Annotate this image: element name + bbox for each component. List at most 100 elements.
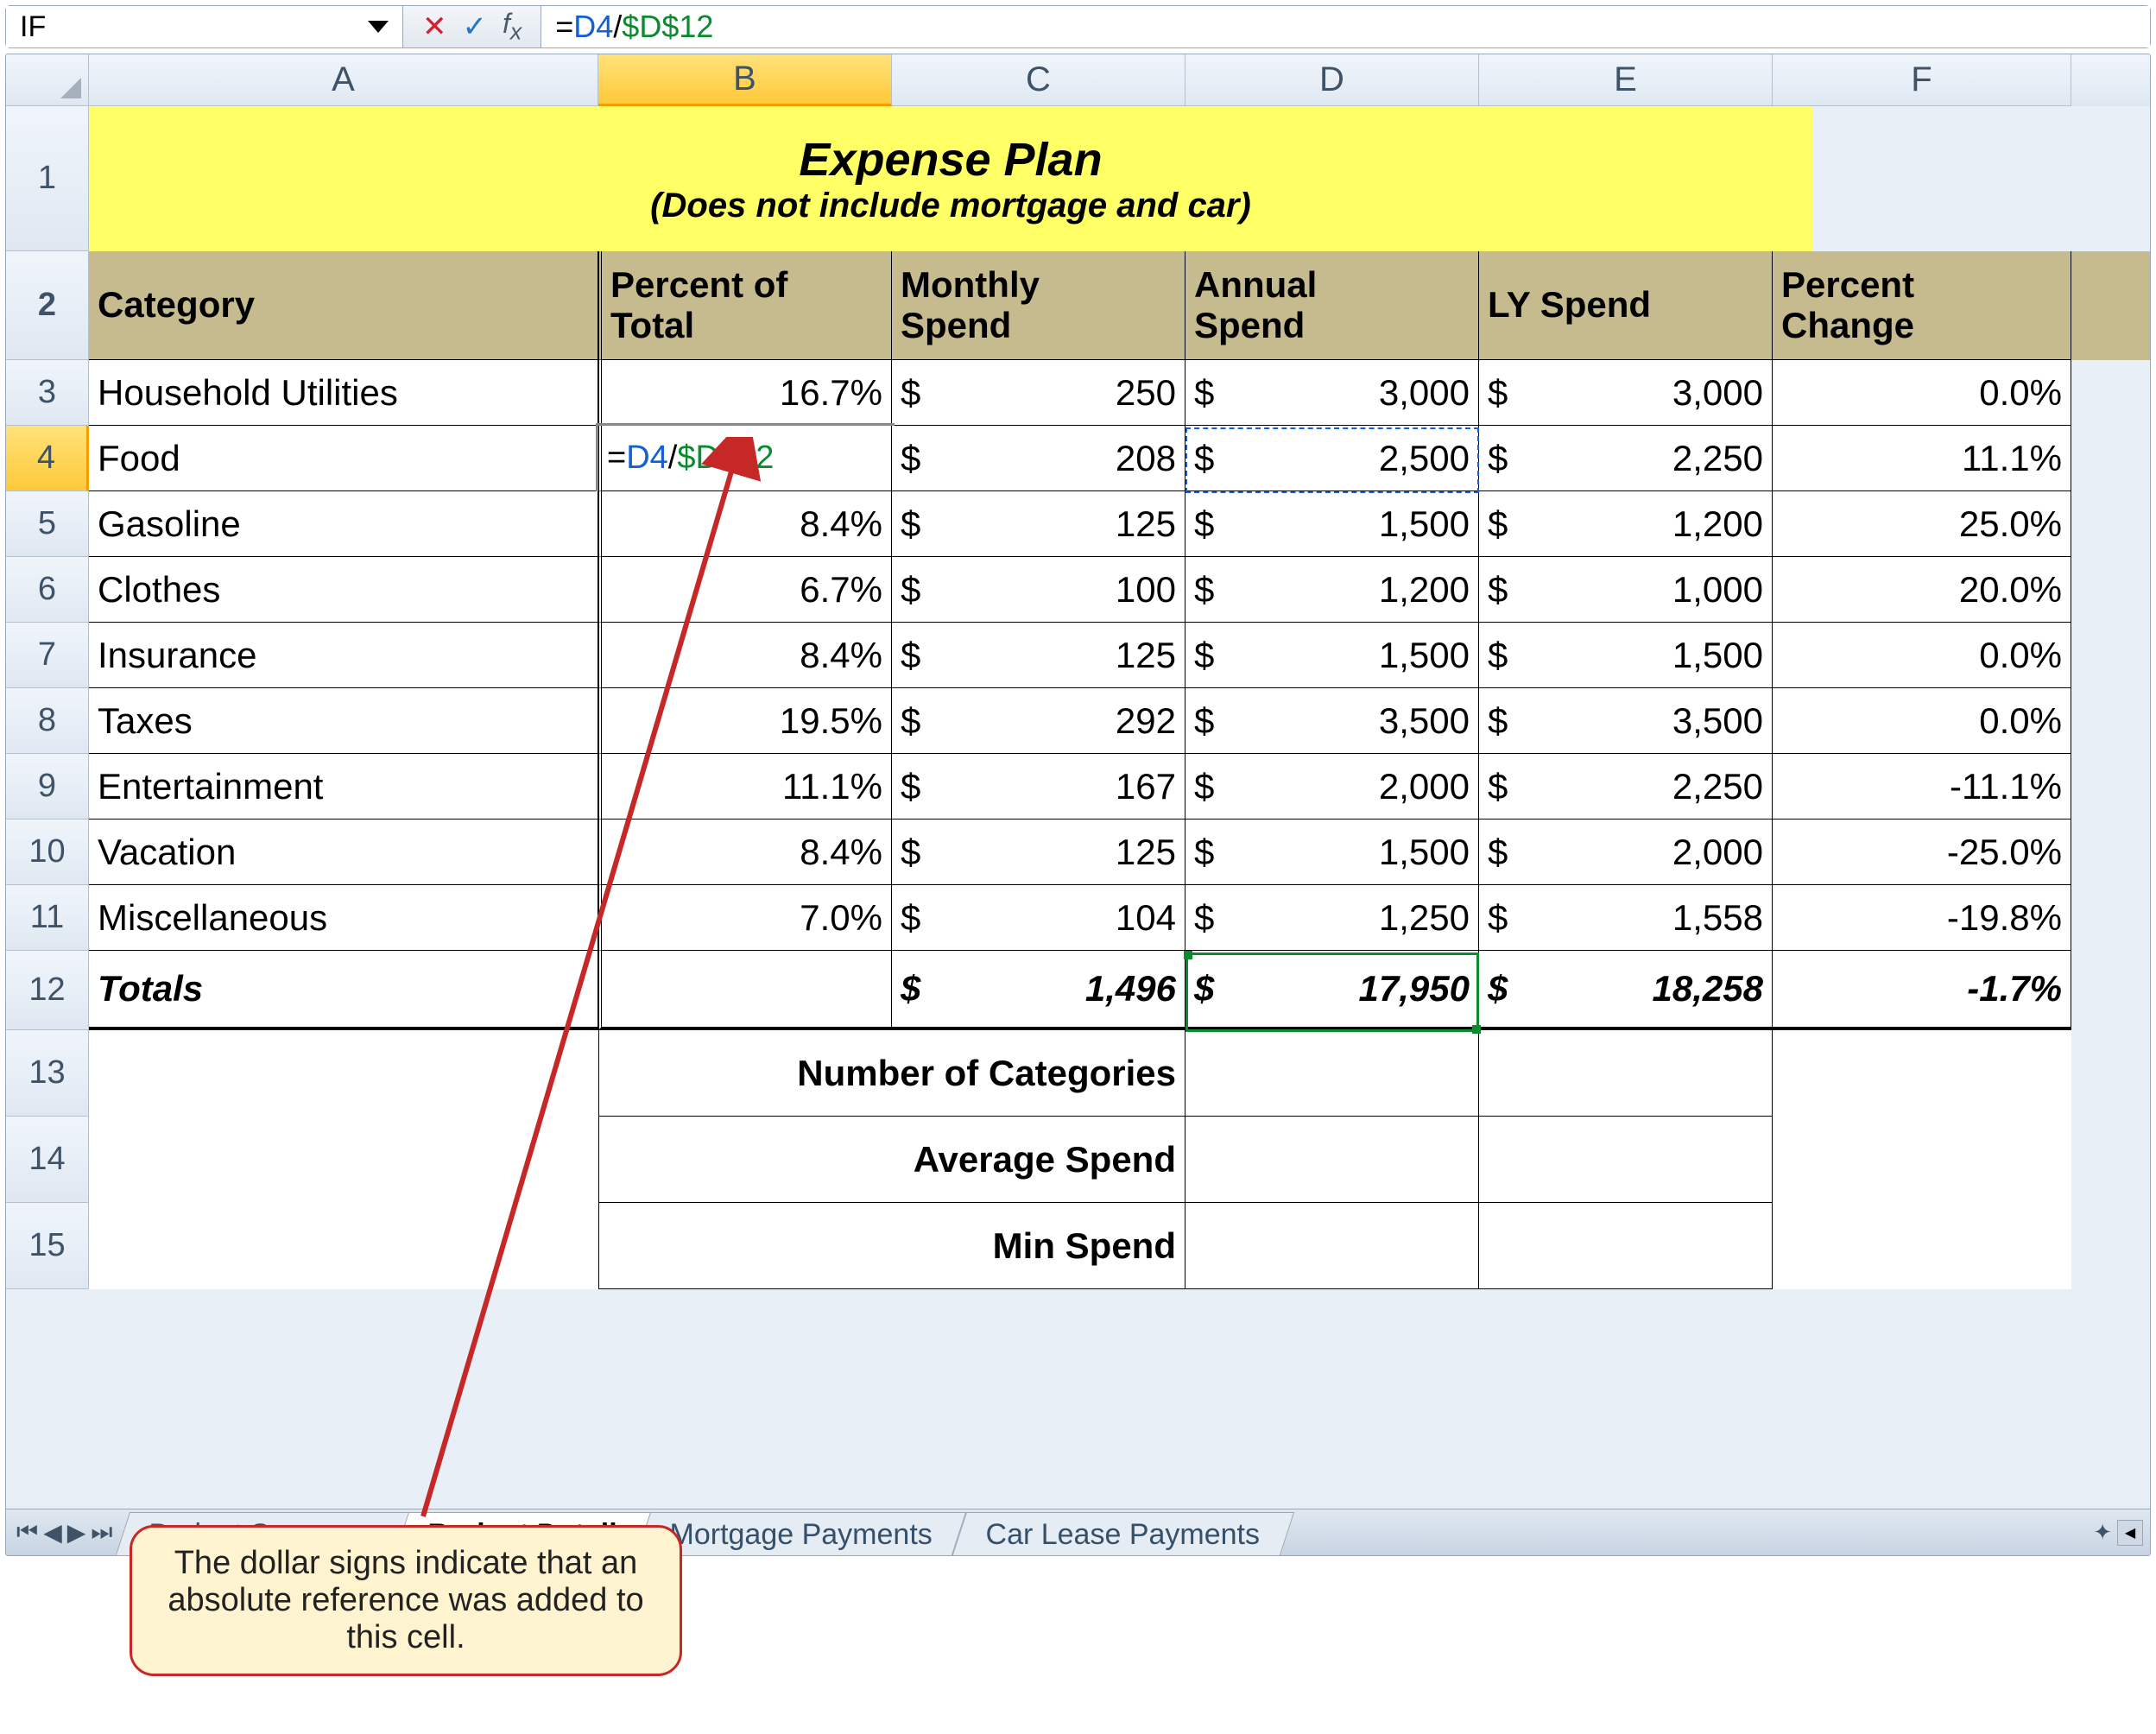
col-header-B[interactable]: B: [598, 54, 892, 106]
cell-F5[interactable]: 25.0%: [1773, 491, 2071, 557]
cell-E10[interactable]: $2,000: [1479, 820, 1773, 885]
cell-A11[interactable]: Miscellaneous: [89, 885, 598, 951]
cell-C3[interactable]: $250: [892, 360, 1185, 426]
cell-D7[interactable]: $1,500: [1185, 623, 1479, 688]
cell-D8[interactable]: $3,500: [1185, 688, 1479, 754]
col-header-C[interactable]: C: [892, 54, 1185, 106]
cell-E14[interactable]: [1479, 1117, 1773, 1203]
nav-prev-icon[interactable]: ◀: [43, 1518, 62, 1547]
cell-F7[interactable]: 0.0%: [1773, 623, 2071, 688]
cell-B6[interactable]: 6.7%: [598, 557, 892, 623]
cell-E3[interactable]: $3,000: [1479, 360, 1773, 426]
cell-C11[interactable]: $104: [892, 885, 1185, 951]
name-box[interactable]: IF: [6, 6, 403, 47]
cell-E8[interactable]: $3,500: [1479, 688, 1773, 754]
cell-D4[interactable]: $2,500: [1185, 426, 1479, 491]
fx-icon[interactable]: fx: [503, 8, 522, 45]
cell-E15[interactable]: [1479, 1203, 1773, 1289]
cell-C5[interactable]: $125: [892, 491, 1185, 557]
cell-E9[interactable]: $2,250: [1479, 754, 1773, 820]
select-all-corner[interactable]: [6, 54, 89, 106]
scroll-left-icon[interactable]: ◀: [2117, 1520, 2143, 1546]
cell-F11[interactable]: -19.8%: [1773, 885, 2071, 951]
row-header-10[interactable]: 10: [6, 820, 89, 885]
totals-pct[interactable]: [598, 951, 892, 1030]
row-header-3[interactable]: 3: [6, 360, 89, 426]
nav-last-icon[interactable]: ⏭: [91, 1518, 112, 1547]
nav-first-icon[interactable]: ⏮: [16, 1518, 38, 1547]
insert-sheet-icon[interactable]: ✦: [2093, 1519, 2112, 1546]
row-header-8[interactable]: 8: [6, 688, 89, 754]
cell-F3[interactable]: 0.0%: [1773, 360, 2071, 426]
cell-D11[interactable]: $1,250: [1185, 885, 1479, 951]
cell-A9[interactable]: Entertainment: [89, 754, 598, 820]
row-header-2[interactable]: 2: [6, 251, 89, 360]
cell-E6[interactable]: $1,000: [1479, 557, 1773, 623]
cell-F8[interactable]: 0.0%: [1773, 688, 2071, 754]
totals-change[interactable]: -1.7%: [1773, 951, 2071, 1030]
stat-avg-spend[interactable]: Average Spend: [598, 1117, 1185, 1203]
cell-C8[interactable]: $292: [892, 688, 1185, 754]
col-header-D[interactable]: D: [1185, 54, 1479, 106]
enter-icon[interactable]: ✓: [463, 9, 488, 44]
cell-C6[interactable]: $100: [892, 557, 1185, 623]
cell-F6[interactable]: 20.0%: [1773, 557, 2071, 623]
cell-B5[interactable]: 8.4%: [598, 491, 892, 557]
cancel-icon[interactable]: ✕: [422, 9, 447, 44]
header-monthly-spend[interactable]: MonthlySpend: [892, 251, 1185, 360]
cell-D9[interactable]: $2,000: [1185, 754, 1479, 820]
row-header-13[interactable]: 13: [6, 1030, 89, 1117]
totals-ly[interactable]: $18,258: [1479, 951, 1773, 1030]
title-cell[interactable]: Expense Plan (Does not include mortgage …: [89, 106, 1812, 251]
row-header-1[interactable]: 1: [6, 106, 89, 251]
cell-A13[interactable]: [89, 1030, 598, 1117]
row-header-7[interactable]: 7: [6, 623, 89, 688]
cell-A8[interactable]: Taxes: [89, 688, 598, 754]
totals-monthly[interactable]: $1,496: [892, 951, 1185, 1030]
cell-E4[interactable]: $2,250: [1479, 426, 1773, 491]
cell-F4[interactable]: 11.1%: [1773, 426, 2071, 491]
totals-annual[interactable]: $17,950: [1185, 951, 1479, 1030]
stat-num-categories[interactable]: Number of Categories: [598, 1030, 1185, 1117]
cell-D14[interactable]: [1185, 1117, 1479, 1203]
cell-B4-editing[interactable]: =D4/$D$12: [598, 426, 892, 491]
row-header-11[interactable]: 11: [6, 885, 89, 951]
cell-C4[interactable]: $208: [892, 426, 1185, 491]
row-header-12[interactable]: 12: [6, 951, 89, 1030]
totals-label[interactable]: Totals: [89, 951, 598, 1030]
cell-B8[interactable]: 19.5%: [598, 688, 892, 754]
cell-A6[interactable]: Clothes: [89, 557, 598, 623]
cell-D13[interactable]: [1185, 1030, 1479, 1117]
col-header-E[interactable]: E: [1479, 54, 1773, 106]
cell-D3[interactable]: $3,000: [1185, 360, 1479, 426]
row-header-6[interactable]: 6: [6, 557, 89, 623]
cell-A14[interactable]: [89, 1117, 598, 1203]
row-header-5[interactable]: 5: [6, 491, 89, 557]
row-header-4[interactable]: 4: [6, 426, 89, 491]
cell-A15[interactable]: [89, 1203, 598, 1289]
cell-D15[interactable]: [1185, 1203, 1479, 1289]
cell-C10[interactable]: $125: [892, 820, 1185, 885]
header-ly-spend[interactable]: LY Spend: [1479, 251, 1773, 360]
cell-F14[interactable]: [1773, 1117, 2071, 1203]
cell-E5[interactable]: $1,200: [1479, 491, 1773, 557]
col-header-A[interactable]: A: [89, 54, 598, 106]
stat-min-spend[interactable]: Min Spend: [598, 1203, 1185, 1289]
cell-A5[interactable]: Gasoline: [89, 491, 598, 557]
cell-D10[interactable]: $1,500: [1185, 820, 1479, 885]
header-annual-spend[interactable]: AnnualSpend: [1185, 251, 1479, 360]
cell-E13[interactable]: [1479, 1030, 1773, 1117]
cell-D5[interactable]: $1,500: [1185, 491, 1479, 557]
row-header-9[interactable]: 9: [6, 754, 89, 820]
cell-A10[interactable]: Vacation: [89, 820, 598, 885]
header-category[interactable]: Category: [89, 251, 598, 360]
cell-C9[interactable]: $167: [892, 754, 1185, 820]
header-percent-total[interactable]: Percent ofTotal: [598, 251, 892, 360]
cell-E11[interactable]: $1,558: [1479, 885, 1773, 951]
cell-B7[interactable]: 8.4%: [598, 623, 892, 688]
cell-D6[interactable]: $1,200: [1185, 557, 1479, 623]
col-header-F[interactable]: F: [1773, 54, 2071, 106]
row-header-15[interactable]: 15: [6, 1203, 89, 1289]
cell-F15[interactable]: [1773, 1203, 2071, 1289]
nav-next-icon[interactable]: ▶: [67, 1518, 86, 1547]
